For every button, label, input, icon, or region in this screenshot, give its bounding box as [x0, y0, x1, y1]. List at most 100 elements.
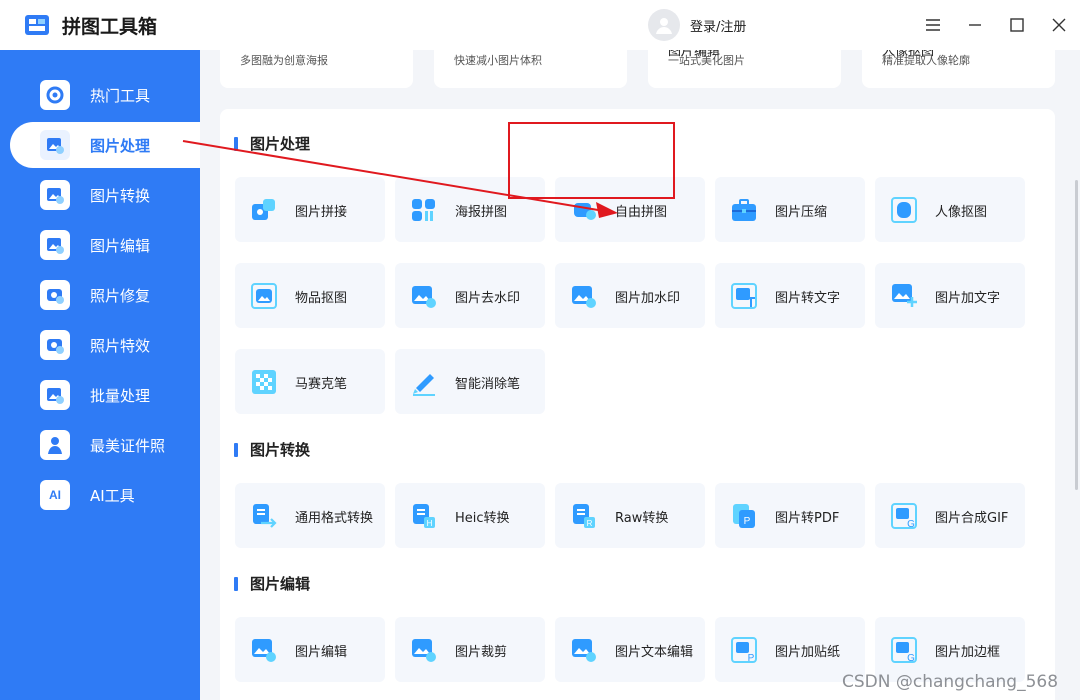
id-photo-icon: [40, 430, 70, 460]
remove-watermark-icon: [412, 286, 436, 308]
sidebar-item-label: 图片转换: [90, 187, 151, 205]
sidebar-item-label: 热门工具: [90, 87, 151, 105]
hot-tools-icon: [40, 80, 70, 110]
sidebar-item-image-process[interactable]: 图片处理: [10, 122, 200, 168]
tile-mosaic-brush[interactable]: 马赛克笔: [235, 349, 385, 414]
close-button[interactable]: [1046, 12, 1072, 38]
top-card[interactable]: 人像抠图 精准提取人像轮廓: [862, 50, 1055, 88]
raw-icon: R: [573, 504, 595, 528]
tile-object-cutout[interactable]: 物品抠图: [235, 263, 385, 328]
sidebar-item-id-photo[interactable]: 最美证件照: [10, 422, 200, 468]
gif-icon: G: [891, 503, 917, 530]
tile-label: 图片加贴纸: [775, 645, 841, 660]
image-edit-icon: [40, 230, 70, 260]
minimize-icon: [969, 24, 981, 26]
maximize-button[interactable]: [1004, 12, 1030, 38]
sidebar-item-batch[interactable]: 批量处理: [10, 372, 200, 418]
tile-label: 图片文本编辑: [615, 645, 694, 660]
tile-image-to-text[interactable]: 图片转文字: [715, 263, 865, 328]
tile-label: Heic转换: [455, 511, 510, 526]
image-to-text-icon: [731, 283, 757, 309]
svg-text:P: P: [748, 653, 755, 664]
login-label: 登录/注册: [690, 19, 747, 35]
sidebar-item-photo-effect[interactable]: 照片特效: [10, 322, 200, 368]
tile-add-text[interactable]: 图片加文字: [875, 263, 1025, 328]
login-button[interactable]: 登录/注册: [648, 9, 746, 41]
sidebar-item-label: 照片特效: [90, 337, 151, 355]
top-card-subtitle: 快速减小图片体积: [454, 54, 542, 67]
sidebar-item-label: 最美证件照: [90, 437, 166, 455]
sidebar-item-label: AI工具: [90, 487, 135, 505]
tile-label: 物品抠图: [295, 291, 348, 306]
app-title: 拼图工具箱: [62, 16, 158, 38]
sidebar-item-hot-tools[interactable]: 热门工具: [10, 72, 200, 118]
image-process-icon: [40, 130, 70, 160]
tile-format-convert[interactable]: 通用格式转换: [235, 483, 385, 548]
tile-smart-eraser[interactable]: 智能消除笔: [395, 349, 545, 414]
app-logo-icon: [25, 15, 49, 35]
tile-label: 图片裁剪: [455, 645, 508, 660]
top-card[interactable]: 快速减小图片体积: [434, 50, 627, 88]
tile-image-stitch[interactable]: 图片拼接: [235, 177, 385, 242]
annotation-highlight-box: [508, 122, 675, 199]
format-convert-icon: [253, 504, 277, 528]
maximize-icon: [1010, 18, 1024, 32]
top-card[interactable]: 多图融为创意海报: [220, 50, 413, 88]
sidebar-item-image-convert[interactable]: 图片转换: [10, 172, 200, 218]
tile-label: Raw转换: [615, 511, 669, 526]
ai-icon: AI: [40, 480, 70, 510]
pdf-icon: P: [733, 504, 755, 528]
crop-icon: [412, 639, 436, 662]
svg-text:R: R: [587, 519, 593, 528]
tile-raw-convert[interactable]: R Raw转换: [555, 483, 705, 548]
section-title: 图片编辑: [234, 573, 310, 594]
tile-label: 图片压缩: [775, 205, 828, 220]
tile-label: 人像抠图: [935, 205, 988, 220]
eraser-pen-icon: [413, 374, 435, 396]
tile-image-compress[interactable]: 图片压缩: [715, 177, 865, 242]
tile-label: 图片加边框: [935, 645, 1001, 660]
tile-portrait-cutout[interactable]: 人像抠图: [875, 177, 1025, 242]
tile-remove-watermark[interactable]: 图片去水印: [395, 263, 545, 328]
tile-image-to-gif[interactable]: G 图片合成GIF: [875, 483, 1025, 548]
sidebar-item-image-edit[interactable]: 图片编辑: [10, 222, 200, 268]
menu-button[interactable]: [920, 12, 946, 38]
tile-label: 图片编辑: [295, 645, 348, 660]
top-card[interactable]: 图片编辑 一站式美化图片: [648, 50, 841, 88]
tile-add-watermark[interactable]: 图片加水印: [555, 263, 705, 328]
minimize-button[interactable]: [962, 12, 988, 38]
free-collage-icon: [574, 203, 596, 220]
sticker-icon: P: [731, 637, 757, 664]
tile-heic-convert[interactable]: H Heic转换: [395, 483, 545, 548]
scrollbar-thumb[interactable]: [1075, 180, 1078, 490]
tile-label: 图片加水印: [615, 291, 681, 306]
briefcase-icon: [732, 199, 756, 221]
svg-text:P: P: [744, 516, 751, 527]
image-edit-icon: [252, 639, 276, 662]
photo-repair-icon: [40, 280, 70, 310]
watermark: CSDN @changchang_568: [842, 672, 1059, 692]
tile-label: 图片去水印: [455, 291, 521, 306]
top-card-subtitle: 多图融为创意海报: [240, 54, 328, 67]
scrollbar[interactable]: [1066, 50, 1080, 700]
sidebar: 热门工具 图片处理 图片转换 图片编辑 照片修复 照片特效 批量处理 最美证件照…: [0, 50, 200, 700]
menu-icon: [926, 19, 940, 31]
tile-label: 马赛克笔: [295, 377, 348, 392]
tile-image-crop[interactable]: 图片裁剪: [395, 617, 545, 682]
svg-text:G: G: [907, 653, 915, 664]
sidebar-item-photo-repair[interactable]: 照片修复: [10, 272, 200, 318]
border-icon: G: [891, 637, 917, 664]
sidebar-item-label: 图片处理: [90, 137, 151, 155]
tile-image-edit[interactable]: 图片编辑: [235, 617, 385, 682]
tile-label: 智能消除笔: [455, 377, 521, 392]
svg-text:G: G: [907, 519, 915, 530]
puzzle-icon: [252, 199, 275, 220]
add-text-icon: [892, 284, 917, 307]
tile-label: 图片转PDF: [775, 511, 840, 526]
tile-image-text-edit[interactable]: 图片文本编辑: [555, 617, 705, 682]
sidebar-item-label: 批量处理: [90, 387, 151, 405]
sidebar-item-label: 图片编辑: [90, 237, 151, 255]
sidebar-item-ai[interactable]: AI AI工具: [10, 472, 200, 518]
tile-label: 海报拼图: [455, 205, 508, 220]
tile-image-to-pdf[interactable]: P 图片转PDF: [715, 483, 865, 548]
